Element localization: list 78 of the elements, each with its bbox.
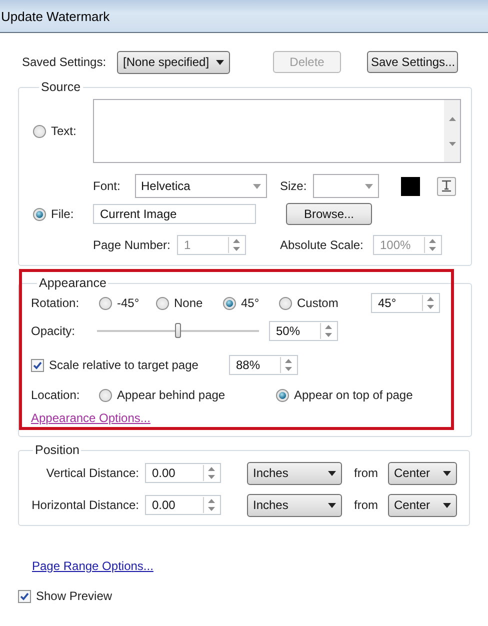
spin-field[interactable]: 0.00 bbox=[145, 463, 221, 483]
up-arrow-icon[interactable] bbox=[427, 297, 434, 301]
caret-icon bbox=[443, 502, 451, 508]
up-arrow-icon[interactable] bbox=[325, 325, 332, 329]
group-title: Position bbox=[34, 443, 80, 457]
radio-label: Custom bbox=[297, 296, 338, 310]
field-label: Font: bbox=[93, 179, 122, 193]
radio-label: File: bbox=[51, 207, 74, 221]
spin-field[interactable]: 88% bbox=[229, 355, 298, 375]
down-arrow-icon[interactable] bbox=[285, 367, 292, 371]
slider-track[interactable] bbox=[97, 323, 259, 339]
checkbox-label: Scale relative to target page bbox=[49, 358, 198, 372]
dropdown[interactable]: [None specified] bbox=[117, 50, 230, 74]
caret-icon bbox=[253, 184, 261, 188]
radio-label: None bbox=[174, 296, 203, 310]
dropdown[interactable]: Center bbox=[388, 494, 457, 516]
dropdown[interactable]: Inches bbox=[247, 494, 342, 516]
field-label: from bbox=[354, 466, 379, 480]
dropdown[interactable]: Helvetica bbox=[135, 174, 267, 198]
up-arrow-icon[interactable] bbox=[208, 499, 215, 503]
text-format-icon[interactable] bbox=[437, 176, 456, 196]
text-area[interactable] bbox=[93, 99, 461, 163]
radio-label: -45° bbox=[117, 296, 140, 310]
browse-button[interactable]: Browse... bbox=[286, 203, 372, 225]
radio-label: 45° bbox=[241, 296, 260, 310]
field-label: Opacity: bbox=[31, 324, 76, 338]
field-label: Horizontal Distance: bbox=[30, 498, 139, 512]
field-label: Location: bbox=[31, 388, 81, 402]
radio-label: Appear behind page bbox=[117, 388, 226, 402]
spin-field[interactable]: 0.00 bbox=[145, 495, 221, 515]
caret-icon bbox=[328, 502, 336, 508]
checkbox[interactable] bbox=[18, 590, 31, 602]
color-swatch[interactable] bbox=[401, 176, 420, 196]
scrollbar[interactable] bbox=[444, 100, 460, 162]
radio-button[interactable] bbox=[99, 296, 112, 310]
page-range-options-link[interactable]: Page Range Options... bbox=[32, 559, 154, 573]
caret-icon bbox=[365, 184, 373, 188]
radio-label: Appear on top of page bbox=[294, 388, 413, 402]
radio-button[interactable] bbox=[279, 296, 292, 310]
checkbox-label: Show Preview bbox=[36, 589, 112, 603]
up-arrow-icon[interactable] bbox=[285, 359, 292, 363]
field-label: Rotation: bbox=[31, 296, 80, 310]
down-arrow-icon[interactable] bbox=[427, 305, 434, 309]
window-title: Update Watermark bbox=[1, 9, 110, 24]
spin-field[interactable]: 45° bbox=[371, 293, 440, 313]
field-label: Size: bbox=[280, 179, 308, 193]
field-label: Absolute Scale: bbox=[280, 238, 364, 252]
appearance-options-link[interactable]: Appearance Options... bbox=[31, 411, 150, 425]
radio-button[interactable] bbox=[276, 388, 289, 402]
checkbox[interactable] bbox=[31, 358, 44, 372]
file-field[interactable]: Current Image bbox=[93, 204, 256, 224]
save-settings-button[interactable]: Save Settings... bbox=[367, 51, 458, 73]
slider-thumb[interactable] bbox=[175, 323, 181, 338]
dropdown[interactable]: Inches bbox=[247, 462, 342, 484]
field-label: from bbox=[354, 498, 379, 512]
field-label: Saved Settings: bbox=[22, 55, 108, 69]
radio-button[interactable] bbox=[33, 124, 46, 138]
down-arrow-icon[interactable] bbox=[325, 333, 332, 337]
radio-label: Text: bbox=[51, 124, 76, 138]
down-arrow-icon[interactable] bbox=[208, 507, 215, 511]
up-arrow-icon[interactable] bbox=[448, 116, 456, 120]
radio-button[interactable] bbox=[99, 388, 112, 402]
spin-field[interactable]: 50% bbox=[269, 321, 338, 341]
down-arrow-icon[interactable] bbox=[208, 475, 215, 479]
up-arrow-icon[interactable] bbox=[208, 467, 215, 471]
field-label: Vertical Distance: bbox=[45, 466, 139, 480]
group-title: Source bbox=[40, 80, 82, 94]
radio-button[interactable] bbox=[156, 296, 169, 310]
caret-icon bbox=[216, 60, 224, 64]
caret-icon bbox=[328, 470, 336, 476]
dropdown[interactable]: Center bbox=[388, 462, 457, 484]
radio-button[interactable] bbox=[33, 208, 46, 220]
down-arrow-icon[interactable] bbox=[448, 142, 456, 146]
caret-icon bbox=[443, 470, 451, 476]
field-label: Page Number: bbox=[93, 238, 172, 252]
group-title: Appearance bbox=[38, 276, 108, 290]
radio-button[interactable] bbox=[223, 296, 236, 310]
dropdown[interactable] bbox=[313, 174, 379, 198]
